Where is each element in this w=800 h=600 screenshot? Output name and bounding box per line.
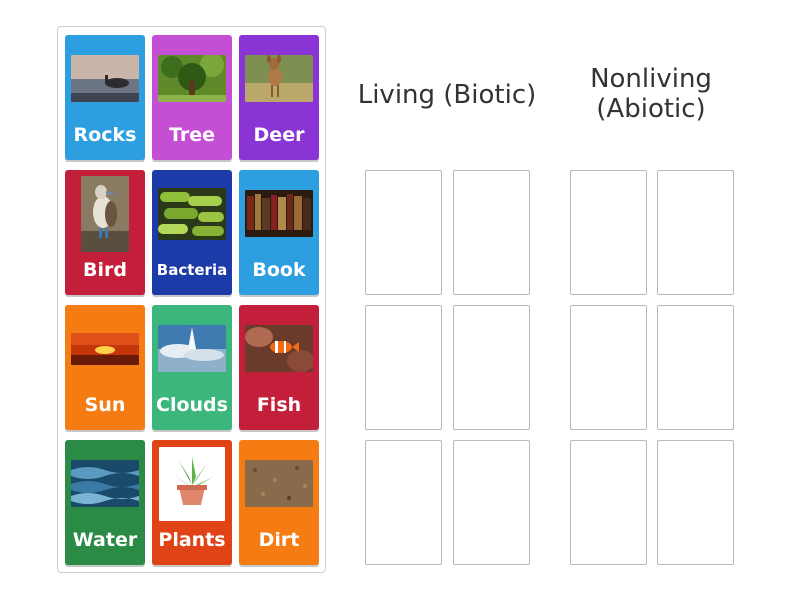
card-tree[interactable]: Tree xyxy=(152,35,232,160)
bacteria-photo xyxy=(158,188,226,240)
clownfish-photo xyxy=(245,325,313,372)
water-photo xyxy=(71,460,139,507)
card-rocks[interactable]: Rocks xyxy=(65,35,145,160)
card-water[interactable]: Water xyxy=(65,440,145,565)
drop-slot-nonliving[interactable] xyxy=(657,440,734,565)
sunset-rocks-photo xyxy=(71,55,139,102)
sunset-photo xyxy=(71,333,139,365)
card-clouds[interactable]: Clouds xyxy=(152,305,232,430)
card-label: Clouds xyxy=(156,394,228,416)
deer-photo xyxy=(245,55,313,102)
card-label: Rocks xyxy=(73,124,137,146)
drop-slot-nonliving[interactable] xyxy=(570,305,647,430)
card-label: Deer xyxy=(253,124,305,146)
books-photo xyxy=(245,190,313,237)
drop-slot-nonliving[interactable] xyxy=(657,170,734,295)
potted-plant-photo xyxy=(159,447,225,521)
card-book[interactable]: Book xyxy=(239,170,319,295)
card-label: Plants xyxy=(158,529,226,551)
tree-photo xyxy=(158,55,226,102)
card-dirt[interactable]: Dirt xyxy=(239,440,319,565)
card-label: Tree xyxy=(168,124,215,146)
drop-slot-living[interactable] xyxy=(365,440,442,565)
bird-photo xyxy=(81,176,129,252)
drop-slot-nonliving[interactable] xyxy=(657,305,734,430)
card-label: Sun xyxy=(84,394,126,416)
drop-slot-living[interactable] xyxy=(453,440,530,565)
drop-slot-nonliving[interactable] xyxy=(570,170,647,295)
drop-slot-living[interactable] xyxy=(365,170,442,295)
group-heading-living: Living (Biotic) xyxy=(357,80,537,110)
card-label: Bacteria xyxy=(156,261,228,279)
card-bird[interactable]: Bird xyxy=(65,170,145,295)
drop-slot-living[interactable] xyxy=(365,305,442,430)
card-label: Water xyxy=(72,529,138,551)
card-plants[interactable]: Plants xyxy=(152,440,232,565)
clouds-photo xyxy=(158,325,226,372)
drop-slot-living[interactable] xyxy=(453,170,530,295)
card-bacteria[interactable]: Bacteria xyxy=(152,170,232,295)
card-label: Dirt xyxy=(258,529,300,551)
card-label: Fish xyxy=(256,394,302,416)
drop-slot-living[interactable] xyxy=(453,305,530,430)
drop-slot-nonliving[interactable] xyxy=(570,440,647,565)
card-fish[interactable]: Fish xyxy=(239,305,319,430)
card-label: Bird xyxy=(83,259,127,281)
card-sun[interactable]: Sun xyxy=(65,305,145,430)
card-label: Book xyxy=(252,259,306,281)
group-heading-nonliving: Nonliving (Abiotic) xyxy=(590,64,712,124)
card-deer[interactable]: Deer xyxy=(239,35,319,160)
dirt-photo xyxy=(245,460,313,507)
